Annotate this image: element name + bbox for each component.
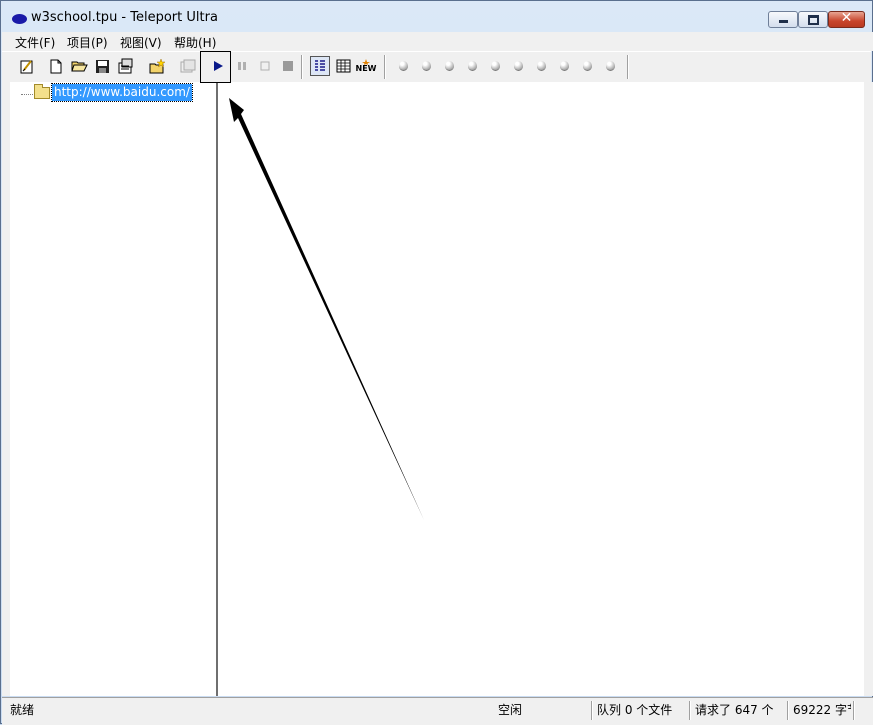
app-icon[interactable] bbox=[12, 14, 27, 24]
open-folder-icon[interactable] bbox=[70, 57, 88, 75]
new-badge-button[interactable]: NEW bbox=[355, 57, 377, 75]
toolbar-separator bbox=[627, 55, 629, 79]
status-divider bbox=[853, 701, 855, 720]
project-tree-pane[interactable] bbox=[10, 82, 218, 696]
window-title: w3school.tpu - Teleport Ultra bbox=[31, 10, 218, 25]
toolbar: NEW bbox=[2, 51, 871, 83]
ball-button-4[interactable] bbox=[463, 57, 481, 75]
stop-button bbox=[279, 57, 297, 75]
status-queue: 队列 0 个文件 bbox=[597, 703, 673, 717]
window-frame-left bbox=[2, 82, 10, 696]
status-idle: 空闲 bbox=[498, 703, 523, 717]
ball-button-2[interactable] bbox=[417, 57, 435, 75]
toolbar-separator bbox=[301, 55, 303, 79]
new-folder-icon[interactable] bbox=[148, 57, 166, 75]
maximize-icon bbox=[808, 15, 819, 25]
content-pane[interactable] bbox=[218, 82, 864, 696]
ball-button-5[interactable] bbox=[486, 57, 504, 75]
pause-icon bbox=[238, 62, 246, 70]
menu-file[interactable]: 文件(F) bbox=[15, 34, 55, 51]
save-icon[interactable] bbox=[93, 57, 111, 75]
menu-project[interactable]: 项目(P) bbox=[67, 34, 108, 51]
ball-button-6[interactable] bbox=[509, 57, 527, 75]
pause-button bbox=[233, 57, 251, 75]
tree-item-url[interactable]: http://www.baidu.com/ bbox=[51, 83, 193, 102]
ball-icon bbox=[490, 61, 500, 71]
ball-icon bbox=[513, 61, 523, 71]
tree-view-button[interactable] bbox=[310, 56, 330, 76]
new-badge-label: NEW bbox=[355, 64, 377, 73]
properties-icon[interactable] bbox=[116, 57, 134, 75]
ball-icon bbox=[536, 61, 546, 71]
folder-icon bbox=[34, 84, 50, 99]
app-window: w3school.tpu - Teleport Ultra ✕ 文件(F) 项目… bbox=[0, 0, 873, 725]
new-file-icon[interactable] bbox=[47, 57, 65, 75]
status-bar: 就绪 空闲 队列 0 个文件 请求了 647 个 69222 字节 bbox=[2, 697, 873, 725]
close-icon: ✕ bbox=[840, 10, 853, 26]
disabled-browse-icon bbox=[179, 57, 197, 75]
ball-button-8[interactable] bbox=[555, 57, 573, 75]
ball-button-1[interactable] bbox=[394, 57, 412, 75]
ball-icon bbox=[605, 61, 615, 71]
list-view-button[interactable] bbox=[334, 57, 352, 75]
ball-icon bbox=[559, 61, 569, 71]
status-divider bbox=[787, 701, 789, 720]
ball-icon bbox=[421, 61, 431, 71]
menu-bar: 文件(F) 项目(P) 视图(V) 帮助(H) bbox=[2, 32, 873, 51]
ball-icon bbox=[467, 61, 477, 71]
ball-button-9[interactable] bbox=[578, 57, 596, 75]
close-button[interactable]: ✕ bbox=[828, 10, 865, 28]
title-bar[interactable]: w3school.tpu - Teleport Ultra ✕ bbox=[1, 1, 872, 32]
status-divider bbox=[591, 701, 593, 720]
start-button-highlight bbox=[200, 51, 231, 83]
stop-icon bbox=[283, 61, 293, 71]
ball-button-3[interactable] bbox=[440, 57, 458, 75]
tree-connector bbox=[21, 94, 33, 95]
menu-help[interactable]: 帮助(H) bbox=[174, 34, 216, 51]
ball-icon bbox=[582, 61, 592, 71]
tree-view-icon bbox=[315, 60, 325, 71]
new-project-wizard-icon[interactable] bbox=[18, 57, 36, 75]
window-frame-right bbox=[864, 82, 873, 696]
maximize-button[interactable] bbox=[798, 11, 828, 28]
list-view-icon bbox=[336, 59, 350, 73]
minimize-button[interactable] bbox=[768, 11, 798, 28]
status-divider bbox=[689, 701, 691, 720]
status-ready: 就绪 bbox=[10, 703, 35, 717]
minimize-icon bbox=[779, 20, 788, 23]
menu-view[interactable]: 视图(V) bbox=[120, 34, 162, 51]
status-requested: 请求了 647 个 bbox=[695, 703, 774, 717]
ball-button-7[interactable] bbox=[532, 57, 550, 75]
status-bytes: 69222 字节 bbox=[793, 703, 851, 717]
ball-icon bbox=[398, 61, 408, 71]
toolbar-separator bbox=[384, 55, 386, 79]
stop-outline-icon bbox=[260, 61, 270, 71]
ball-icon bbox=[444, 61, 454, 71]
ball-button-10[interactable] bbox=[601, 57, 619, 75]
stop-outline-button bbox=[256, 57, 274, 75]
